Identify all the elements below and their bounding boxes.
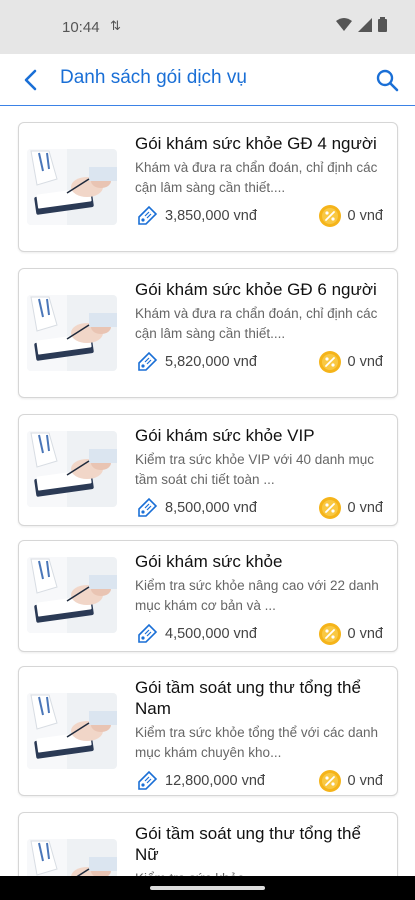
package-price-row: 12,800,000 vnđ 0 vnđ xyxy=(135,769,383,793)
package-content: Gói khám sức khỏe GĐ 6 người Khám và đưa … xyxy=(135,279,383,374)
package-content: Gói tầm soát ung thư tổng thể Nữ Kiểm tra… xyxy=(135,823,383,876)
package-price: 12,800,000 vnđ xyxy=(165,773,265,789)
package-image xyxy=(27,557,117,633)
package-price: 4,500,000 vnđ xyxy=(165,626,257,642)
package-price: 5,820,000 vnđ xyxy=(165,354,257,370)
system-nav-bar xyxy=(0,876,415,900)
price-tag-icon xyxy=(138,497,158,517)
package-name: Gói khám sức khỏe xyxy=(135,552,283,571)
status-icons xyxy=(336,17,387,32)
package-name: Gói khám sức khỏe GĐ 4 người xyxy=(135,134,377,153)
package-list[interactable]: Gói khám sức khỏe GĐ 4 người Khám và đưa … xyxy=(0,106,415,876)
package-content: Gói khám sức khỏe VIP Kiểm tra sức khỏe V… xyxy=(135,425,383,520)
back-icon[interactable] xyxy=(18,66,46,94)
app-bar: Danh sách gói dịch vụ xyxy=(0,54,415,106)
status-time: 10:44 xyxy=(62,19,100,36)
price-tag-icon xyxy=(138,623,158,643)
package-price-row: 5,820,000 vnđ 0 vnđ xyxy=(135,350,383,374)
package-content: Gói khám sức khỏe Kiểm tra sức khỏe nâng … xyxy=(135,551,383,646)
package-image xyxy=(27,149,117,225)
discount-coin-icon xyxy=(318,351,341,373)
discount-coin-icon xyxy=(318,623,341,645)
package-card[interactable]: Gói khám sức khỏe GĐ 4 người Khám và đưa … xyxy=(18,122,398,252)
package-price: 3,850,000 vnđ xyxy=(165,208,257,224)
package-card[interactable]: Gói khám sức khỏe Kiểm tra sức khỏe nâng … xyxy=(18,540,398,652)
package-name: Gói tầm soát ung thư tổng thể Nữ xyxy=(135,824,361,864)
package-description: Kiểm tra sức khỏe xyxy=(135,869,383,876)
package-image xyxy=(27,693,117,769)
discount-coin-icon xyxy=(318,205,341,227)
package-price: 8,500,000 vnđ xyxy=(165,500,257,516)
package-name: Gói khám sức khỏe VIP xyxy=(135,426,315,445)
search-icon[interactable] xyxy=(373,66,401,94)
package-description: Kiểm tra sức khỏe tổng thể với các danh … xyxy=(135,725,379,760)
package-description: Khám và đưa ra chẩn đoán, chỉ định các c… xyxy=(135,306,378,341)
battery-icon xyxy=(378,17,387,32)
wifi-icon xyxy=(336,17,352,31)
price-tag-icon xyxy=(138,351,158,371)
package-price-row: 4,500,000 vnđ 0 vnđ xyxy=(135,622,383,646)
package-image xyxy=(27,295,117,371)
status-bar: 10:44 ⇅ xyxy=(0,0,415,54)
sync-icon: ⇅ xyxy=(110,18,121,33)
home-indicator[interactable] xyxy=(150,886,265,890)
package-description: Khám và đưa ra chẩn đoán, chỉ định các c… xyxy=(135,160,378,195)
package-card[interactable]: Gói khám sức khỏe GĐ 6 người Khám và đưa … xyxy=(18,268,398,398)
package-discount: 0 vnđ xyxy=(347,354,383,370)
package-discount: 0 vnđ xyxy=(347,208,383,224)
package-price-row: 8,500,000 vnđ 0 vnđ xyxy=(135,496,383,520)
package-discount: 0 vnđ xyxy=(347,626,383,642)
package-image xyxy=(27,839,117,876)
package-description: Kiểm tra sức khỏe VIP với 40 danh mục tầ… xyxy=(135,452,374,487)
package-name: Gói khám sức khỏe GĐ 6 người xyxy=(135,280,377,299)
package-discount: 0 vnđ xyxy=(347,500,383,516)
package-card[interactable]: Gói khám sức khỏe VIP Kiểm tra sức khỏe V… xyxy=(18,414,398,526)
package-description: Kiểm tra sức khỏe nâng cao với 22 danh m… xyxy=(135,578,379,613)
package-price-row: 3,850,000 vnđ 0 vnđ xyxy=(135,204,383,228)
package-card[interactable]: Gói tầm soát ung thư tổng thể Nam Kiểm tr… xyxy=(18,666,398,796)
discount-coin-icon xyxy=(318,497,341,519)
package-card[interactable]: Gói tầm soát ung thư tổng thể Nữ Kiểm tra… xyxy=(18,812,398,876)
signal-icon xyxy=(358,17,372,32)
discount-coin-icon xyxy=(318,770,341,792)
package-name: Gói tầm soát ung thư tổng thể Nam xyxy=(135,678,361,718)
page-title: Danh sách gói dịch vụ xyxy=(60,67,247,88)
package-discount: 0 vnđ xyxy=(347,773,383,789)
package-content: Gói khám sức khỏe GĐ 4 người Khám và đưa … xyxy=(135,133,383,228)
package-content: Gói tầm soát ung thư tổng thể Nam Kiểm tr… xyxy=(135,677,383,793)
price-tag-icon xyxy=(138,770,158,790)
package-image xyxy=(27,431,117,507)
price-tag-icon xyxy=(138,205,158,225)
